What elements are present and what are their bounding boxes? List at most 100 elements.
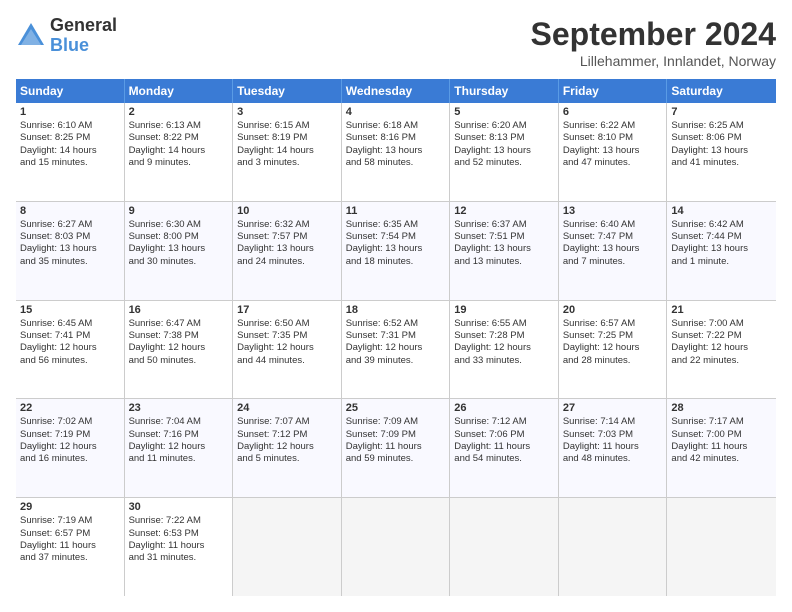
day-number: 30 xyxy=(129,501,229,513)
calendar-row-5: 29Sunrise: 7:19 AMSunset: 6:57 PMDayligh… xyxy=(16,498,776,596)
calendar-cell: 19Sunrise: 6:55 AMSunset: 7:28 PMDayligh… xyxy=(450,301,559,399)
cell-line: Sunset: 7:03 PM xyxy=(563,429,663,441)
day-number: 26 xyxy=(454,402,554,414)
calendar-cell: 8Sunrise: 6:27 AMSunset: 8:03 PMDaylight… xyxy=(16,202,125,300)
cell-line: and 56 minutes. xyxy=(20,355,120,367)
cell-line: Sunset: 7:41 PM xyxy=(20,330,120,342)
cell-line: and 28 minutes. xyxy=(563,355,663,367)
cell-line: Sunrise: 7:17 AM xyxy=(671,416,772,428)
cell-line: Sunrise: 6:57 AM xyxy=(563,318,663,330)
cell-line: Daylight: 12 hours xyxy=(237,342,337,354)
day-number: 15 xyxy=(20,304,120,316)
calendar-cell: 5Sunrise: 6:20 AMSunset: 8:13 PMDaylight… xyxy=(450,103,559,201)
cell-line: Daylight: 11 hours xyxy=(454,441,554,453)
calendar-cell: 15Sunrise: 6:45 AMSunset: 7:41 PMDayligh… xyxy=(16,301,125,399)
cell-line: Daylight: 11 hours xyxy=(20,540,120,552)
header-cell-tuesday: Tuesday xyxy=(233,79,342,103)
logo-icon xyxy=(16,21,46,51)
calendar-cell: 7Sunrise: 6:25 AMSunset: 8:06 PMDaylight… xyxy=(667,103,776,201)
cell-line: and 18 minutes. xyxy=(346,256,446,268)
cell-line: Sunset: 8:19 PM xyxy=(237,132,337,144)
calendar-cell: 24Sunrise: 7:07 AMSunset: 7:12 PMDayligh… xyxy=(233,399,342,497)
calendar-row-2: 8Sunrise: 6:27 AMSunset: 8:03 PMDaylight… xyxy=(16,202,776,301)
cell-line: Sunset: 7:06 PM xyxy=(454,429,554,441)
cell-line: and 58 minutes. xyxy=(346,157,446,169)
cell-line: and 9 minutes. xyxy=(129,157,229,169)
cell-line: Sunset: 7:16 PM xyxy=(129,429,229,441)
cell-line: Sunset: 7:28 PM xyxy=(454,330,554,342)
cell-line: Sunrise: 6:50 AM xyxy=(237,318,337,330)
cell-line: Sunrise: 7:19 AM xyxy=(20,515,120,527)
cell-line: Sunrise: 6:18 AM xyxy=(346,120,446,132)
cell-line: Daylight: 11 hours xyxy=(129,540,229,552)
cell-line: and 54 minutes. xyxy=(454,453,554,465)
cell-line: and 44 minutes. xyxy=(237,355,337,367)
cell-line: Sunset: 8:25 PM xyxy=(20,132,120,144)
main-title: September 2024 xyxy=(531,16,776,53)
cell-line: Sunrise: 7:07 AM xyxy=(237,416,337,428)
calendar-header: SundayMondayTuesdayWednesdayThursdayFrid… xyxy=(16,79,776,103)
calendar-cell xyxy=(342,498,451,596)
calendar-cell xyxy=(450,498,559,596)
logo: General Blue xyxy=(16,16,117,56)
cell-line: Sunset: 7:38 PM xyxy=(129,330,229,342)
cell-line: and 37 minutes. xyxy=(20,552,120,564)
cell-line: Sunset: 7:47 PM xyxy=(563,231,663,243)
day-number: 3 xyxy=(237,106,337,118)
header-cell-saturday: Saturday xyxy=(667,79,776,103)
cell-line: Sunset: 8:13 PM xyxy=(454,132,554,144)
cell-line: Daylight: 12 hours xyxy=(129,342,229,354)
cell-line: Daylight: 11 hours xyxy=(671,441,772,453)
calendar-cell: 23Sunrise: 7:04 AMSunset: 7:16 PMDayligh… xyxy=(125,399,234,497)
day-number: 22 xyxy=(20,402,120,414)
cell-line: and 1 minute. xyxy=(671,256,772,268)
calendar-row-4: 22Sunrise: 7:02 AMSunset: 7:19 PMDayligh… xyxy=(16,399,776,498)
calendar-cell: 30Sunrise: 7:22 AMSunset: 6:53 PMDayligh… xyxy=(125,498,234,596)
cell-line: and 50 minutes. xyxy=(129,355,229,367)
day-number: 20 xyxy=(563,304,663,316)
cell-line: Daylight: 13 hours xyxy=(563,243,663,255)
cell-line: Sunset: 8:00 PM xyxy=(129,231,229,243)
cell-line: Sunrise: 7:04 AM xyxy=(129,416,229,428)
cell-line: Sunset: 7:09 PM xyxy=(346,429,446,441)
calendar-body: 1Sunrise: 6:10 AMSunset: 8:25 PMDaylight… xyxy=(16,103,776,596)
cell-line: and 11 minutes. xyxy=(129,453,229,465)
day-number: 27 xyxy=(563,402,663,414)
cell-line: Sunrise: 6:40 AM xyxy=(563,219,663,231)
day-number: 5 xyxy=(454,106,554,118)
logo-text: General Blue xyxy=(50,16,117,56)
cell-line: Daylight: 13 hours xyxy=(20,243,120,255)
cell-line: and 31 minutes. xyxy=(129,552,229,564)
cell-line: and 48 minutes. xyxy=(563,453,663,465)
day-number: 8 xyxy=(20,205,120,217)
calendar-cell: 20Sunrise: 6:57 AMSunset: 7:25 PMDayligh… xyxy=(559,301,668,399)
calendar-cell: 9Sunrise: 6:30 AMSunset: 8:00 PMDaylight… xyxy=(125,202,234,300)
cell-line: and 22 minutes. xyxy=(671,355,772,367)
cell-line: Sunrise: 6:55 AM xyxy=(454,318,554,330)
cell-line: Sunrise: 6:37 AM xyxy=(454,219,554,231)
cell-line: Daylight: 13 hours xyxy=(346,243,446,255)
calendar-cell: 29Sunrise: 7:19 AMSunset: 6:57 PMDayligh… xyxy=(16,498,125,596)
cell-line: Daylight: 12 hours xyxy=(20,441,120,453)
calendar-cell: 27Sunrise: 7:14 AMSunset: 7:03 PMDayligh… xyxy=(559,399,668,497)
cell-line: Daylight: 12 hours xyxy=(20,342,120,354)
day-number: 2 xyxy=(129,106,229,118)
cell-line: Sunset: 7:31 PM xyxy=(346,330,446,342)
cell-line: Sunset: 8:10 PM xyxy=(563,132,663,144)
cell-line: Sunrise: 7:22 AM xyxy=(129,515,229,527)
header-cell-wednesday: Wednesday xyxy=(342,79,451,103)
cell-line: Sunrise: 6:22 AM xyxy=(563,120,663,132)
cell-line: and 47 minutes. xyxy=(563,157,663,169)
cell-line: and 5 minutes. xyxy=(237,453,337,465)
day-number: 9 xyxy=(129,205,229,217)
day-number: 17 xyxy=(237,304,337,316)
cell-line: Sunrise: 7:02 AM xyxy=(20,416,120,428)
cell-line: Daylight: 13 hours xyxy=(454,145,554,157)
cell-line: Sunrise: 6:25 AM xyxy=(671,120,772,132)
cell-line: Sunset: 7:51 PM xyxy=(454,231,554,243)
cell-line: Sunrise: 7:09 AM xyxy=(346,416,446,428)
cell-line: Sunset: 7:19 PM xyxy=(20,429,120,441)
day-number: 10 xyxy=(237,205,337,217)
calendar-cell: 10Sunrise: 6:32 AMSunset: 7:57 PMDayligh… xyxy=(233,202,342,300)
cell-line: Daylight: 13 hours xyxy=(671,145,772,157)
